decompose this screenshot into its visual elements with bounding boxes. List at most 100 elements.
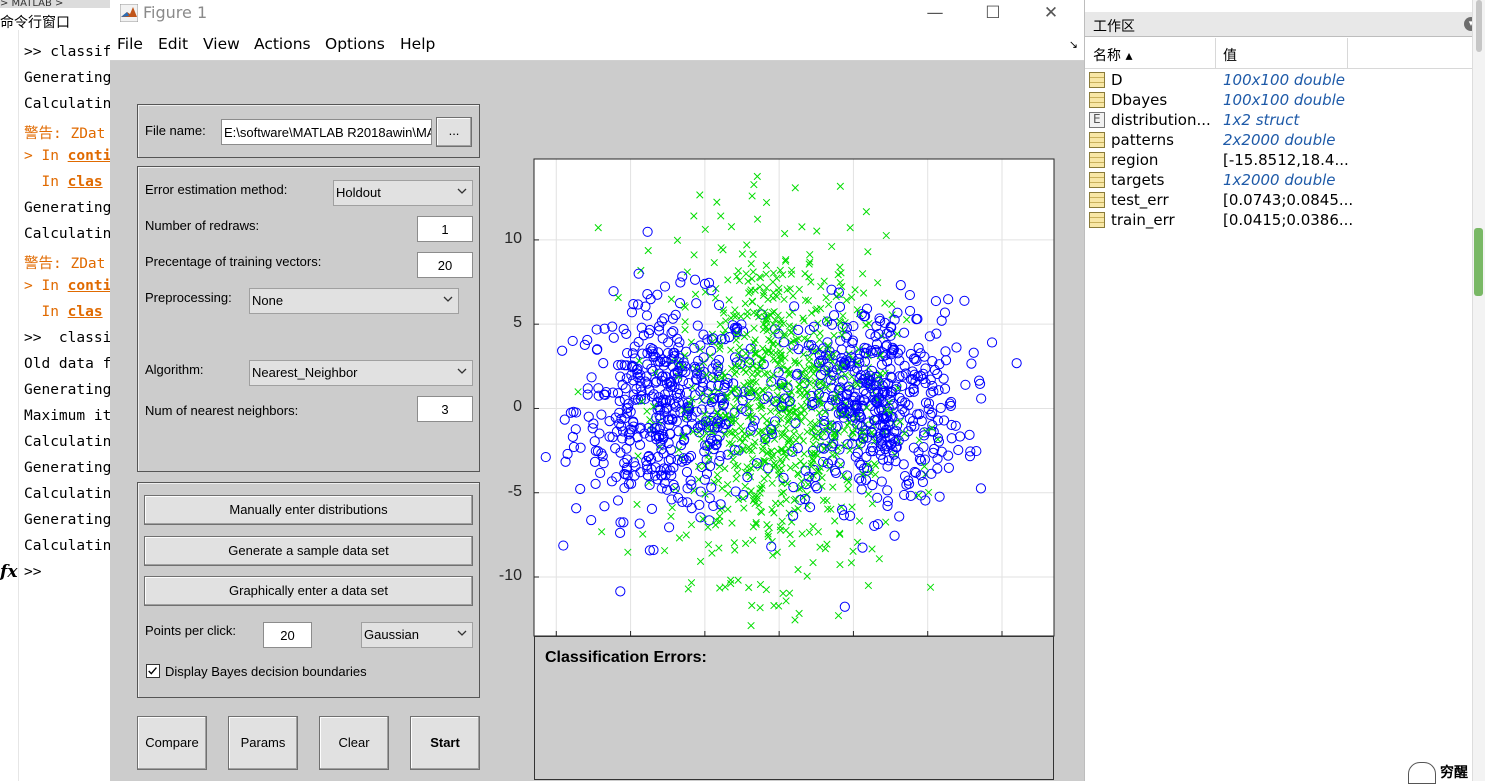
command-prompt: >>	[24, 330, 59, 346]
close-button[interactable]: ✕	[1028, 0, 1074, 28]
command-line: Maximum it	[24, 408, 111, 424]
matrix-icon	[1089, 72, 1105, 88]
scatter-plot[interactable]: -15-10-5051015 -10 -5 0 5 10	[499, 157, 1060, 677]
training-percent-label: Precentage of training vectors:	[145, 254, 322, 269]
menu-view[interactable]: View	[203, 35, 240, 53]
y-tick-label: 5	[513, 314, 522, 332]
column-header-value[interactable]: 值	[1223, 45, 1237, 65]
variable-name: Dbayes	[1111, 91, 1168, 109]
command-text[interactable]: clas	[68, 174, 103, 190]
chevron-down-icon	[457, 630, 467, 636]
training-percent-input[interactable]: 20	[417, 252, 473, 278]
y-tick-label: 10	[504, 229, 522, 247]
command-prompt: > In	[24, 278, 68, 294]
variable-value: [-15.8512,18.4...	[1223, 151, 1349, 169]
column-divider[interactable]	[1215, 38, 1216, 68]
matlab-toolbar-strip: > MATLAB >	[0, 0, 112, 8]
command-line: In clas	[24, 304, 103, 320]
file-name-label: File name:	[145, 123, 206, 138]
command-line: Generating	[24, 460, 111, 476]
maximize-button[interactable]: ☐	[970, 0, 1016, 28]
start-button[interactable]: Start	[410, 716, 480, 770]
command-line: Generating	[24, 200, 111, 216]
variable-value: 1x2 struct	[1223, 111, 1300, 129]
workspace-variable-row[interactable]: test_err [0.0743;0.0845...	[1085, 190, 1475, 210]
preprocessing-select[interactable]: None	[249, 288, 459, 314]
matrix-icon	[1089, 92, 1105, 108]
menu-options[interactable]: Options	[325, 35, 385, 53]
bayes-boundaries-label[interactable]: Display Bayes decision boundaries	[165, 664, 367, 679]
algorithm-select[interactable]: Nearest_Neighbor	[249, 360, 473, 386]
browse-button[interactable]: ...	[436, 117, 472, 147]
command-line: 警告: ZDat	[24, 252, 105, 273]
points-per-click-input[interactable]: 20	[263, 622, 312, 648]
menu-help[interactable]: Help	[400, 35, 435, 53]
figure-window: Figure 1 — ☐ ✕ File Edit View Actions Op…	[110, 0, 1084, 781]
checkmark-icon	[148, 667, 157, 675]
variable-name: region	[1111, 151, 1159, 169]
command-line: >> classi	[24, 330, 111, 346]
menu-actions[interactable]: Actions	[254, 35, 311, 53]
workspace-variable-row[interactable]: Dbayes 100x100 double	[1085, 90, 1475, 110]
workspace-variable-row[interactable]: patterns 2x2000 double	[1085, 130, 1475, 150]
command-text[interactable]: conti	[68, 148, 112, 164]
data-panel: Manually enter distributions Generate a …	[137, 482, 480, 698]
parameters-panel: Error estimation method: Holdout Number …	[137, 166, 480, 472]
matrix-icon	[1089, 212, 1105, 228]
scrollbar-thumb-top[interactable]	[1476, 0, 1482, 52]
variable-value: [0.0743;0.0845...	[1223, 191, 1354, 209]
file-name-input[interactable]: E:\software\MATLAB R2018awin\MATLAB	[221, 119, 432, 145]
command-prompt: > In	[24, 148, 68, 164]
command-line: In clas	[24, 174, 103, 190]
dock-icon[interactable]: ↘	[1069, 38, 1078, 51]
algorithm-value: Nearest_Neighbor	[252, 365, 358, 380]
command-text: 警告: ZDat	[24, 256, 106, 272]
watermark-badge: 穷醒	[1402, 760, 1488, 784]
workspace-variable-row[interactable]: region [-15.8512,18.4...	[1085, 150, 1475, 170]
workspace-variable-row[interactable]: distribution... 1x2 struct	[1085, 110, 1475, 130]
command-line: Calculatin	[24, 96, 111, 112]
nearest-neighbors-input[interactable]: 3	[417, 396, 473, 422]
scrollbar[interactable]	[1472, 0, 1485, 781]
params-button[interactable]: Params	[228, 716, 298, 770]
compare-button[interactable]: Compare	[137, 716, 207, 770]
command-text: Generating	[24, 460, 112, 476]
menu-edit[interactable]: Edit	[158, 35, 188, 53]
fx-icon[interactable]: fx	[0, 562, 17, 582]
command-text: Calculatin	[24, 226, 112, 242]
menu-file[interactable]: File	[117, 35, 143, 53]
figure-titlebar[interactable]: Figure 1 — ☐ ✕	[110, 0, 1084, 28]
generate-dataset-button[interactable]: Generate a sample data set	[144, 536, 473, 566]
matrix-icon	[1089, 172, 1105, 188]
variable-value: [0.0415;0.0386...	[1223, 211, 1354, 229]
chevron-down-icon	[457, 368, 467, 374]
scatter-plot-svg[interactable]: -15-10-5051015	[530, 157, 1060, 677]
distribution-select[interactable]: Gaussian	[361, 622, 473, 648]
algorithm-label: Algorithm:	[145, 362, 204, 377]
command-text: Generating	[24, 70, 112, 86]
workspace-variable-row[interactable]: train_err [0.0415;0.0386...	[1085, 210, 1475, 230]
graphical-dataset-button[interactable]: Graphically enter a data set	[144, 576, 473, 606]
minimize-button[interactable]: —	[912, 0, 958, 28]
workspace-variable-row[interactable]: D 100x100 double	[1085, 70, 1475, 90]
redraws-label: Number of redraws:	[145, 218, 260, 233]
command-line: Old data f	[24, 356, 111, 372]
preprocessing-value: None	[252, 293, 284, 308]
classification-errors-title: Classification Errors:	[545, 649, 707, 666]
command-text: Generating	[24, 200, 112, 216]
command-text[interactable]: clas	[68, 304, 103, 320]
error-method-select[interactable]: Holdout	[333, 180, 473, 206]
workspace-variable-row[interactable]: targets 1x2000 double	[1085, 170, 1475, 190]
command-prompt: In	[24, 174, 68, 190]
command-text[interactable]: conti	[68, 278, 112, 294]
column-divider[interactable]	[1347, 38, 1348, 68]
column-header-name[interactable]: 名称 ▴	[1093, 45, 1132, 65]
points-per-click-label: Points per click:	[145, 623, 237, 638]
clear-button[interactable]: Clear	[319, 716, 389, 770]
bayes-boundaries-checkbox[interactable]	[146, 664, 160, 678]
scrollbar-thumb[interactable]	[1474, 228, 1483, 296]
command-line: Generating	[24, 512, 111, 528]
redraws-input[interactable]: 1	[417, 216, 473, 242]
command-line: Calculatin	[24, 434, 111, 450]
manual-distributions-button[interactable]: Manually enter distributions	[144, 495, 473, 525]
